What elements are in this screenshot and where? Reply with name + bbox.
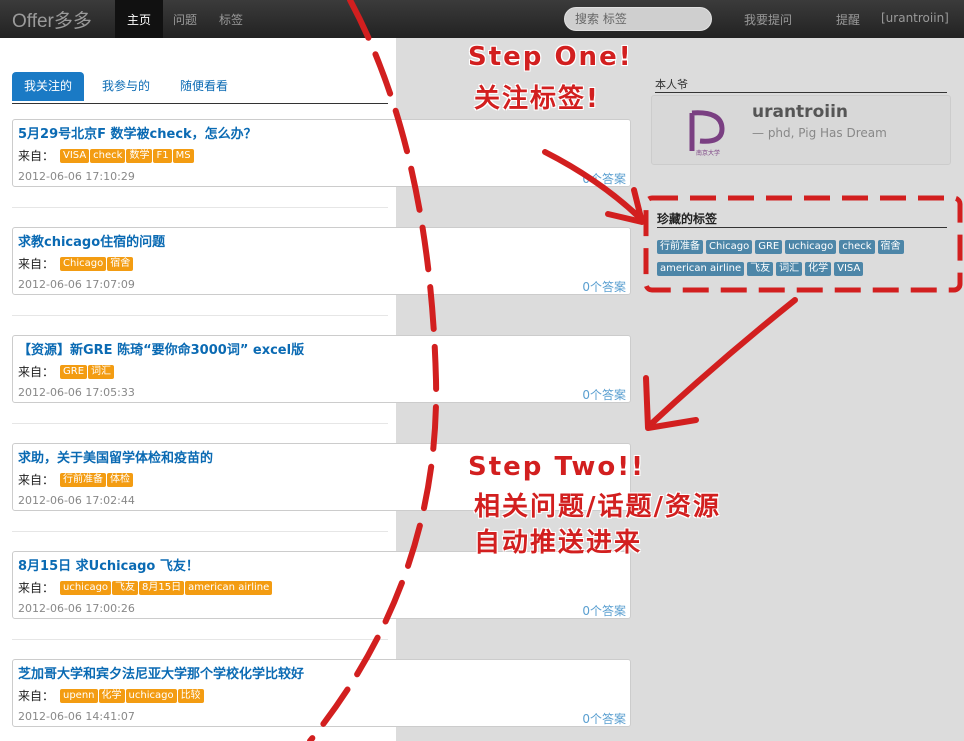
tab-participated[interactable]: 我参与的 [102,72,150,101]
favorite-tag-chip[interactable]: 宿舍 [877,240,904,254]
card-divider [12,207,388,208]
nav-questions[interactable]: 问题 [173,11,197,28]
question-tags: VISA check 数学 F1 MS [60,147,195,163]
top-nav-bar: Offer多多 主页 问题 标签 搜索 标签 我要提问 提醒 [urantroi… [0,0,964,38]
user-menu-link[interactable]: [urantroiin] [881,11,949,25]
favorite-tag-chip[interactable]: 词汇 [776,262,803,276]
from-label: 来自： [18,149,55,163]
question-title[interactable]: 芝加哥大学和宾夕法尼亚大学那个学校化学比较好 [18,663,304,682]
question-tags: upenn 化学 uchicago 比较 [60,687,205,703]
question-card[interactable]: 【资源】新GRE 陈琦“要你命3000词” excel版来自： GRE 词汇 2012… [12,335,631,403]
from-label: 来自： [18,257,55,271]
from-label: 来自： [18,473,55,487]
question-tags: GRE 词汇 [60,363,115,379]
answer-count-link[interactable]: 0个答案 [582,386,626,403]
annotation-step-two-line2: 自动推送进来 [474,528,643,558]
question-tags: 行前准备 体检 [60,471,134,487]
question-title[interactable]: 【资源】新GRE 陈琦“要你命3000词” excel版 [18,339,304,358]
tab-following[interactable]: 我关注的 [12,72,85,101]
search-input[interactable]: 搜索 标签 [564,7,712,31]
favorite-tag-chip[interactable]: VISA [834,262,864,276]
question-card[interactable]: 8月15日 求Uchicago 飞友！ 来自： uchicago 飞友 8月15日 ame… [12,551,631,619]
tag-chip[interactable]: 数学 [126,149,153,163]
logo-caption: 南京大学 [696,149,720,157]
question-timestamp: 2012-06-06 17:05:33 [18,386,135,399]
annotation-step-one-sub: 关注标签! [474,84,600,114]
annotation-step-one: Step One! [468,42,633,72]
ask-question-link[interactable]: 我要提问 [744,11,792,28]
card-divider [12,315,388,316]
favorite-tag-chip[interactable]: GRE [755,240,783,254]
favorite-tag-chip[interactable]: uchicago [785,240,837,254]
card-divider [12,639,388,640]
profile-username[interactable]: urantroiin [752,102,848,122]
favorite-tags-heading: 珍藏的标签 [657,210,947,228]
tag-chip[interactable]: Chicago [60,257,107,271]
question-title[interactable]: 求助，关于美国留学体检和疫苗的 [18,447,213,466]
annotation-step-two: Step Two!! [468,452,645,482]
tag-chip[interactable]: upenn [60,689,98,703]
profile-subtitle: — phd, Pig Has Dream [752,126,887,140]
favorite-tags-list: 行前准备 Chicago GRE uchicago check 宿舍 american ai… [657,238,952,282]
favorite-tag-chip[interactable]: 化学 [805,262,832,276]
nav-tags[interactable]: 标签 [219,11,243,28]
answer-count-link[interactable]: 0个答案 [582,278,626,295]
favorite-tag-chip[interactable]: 飞友 [747,262,774,276]
favorite-tag-chip[interactable]: Chicago [706,240,753,254]
reminder-link[interactable]: 提醒 [836,11,860,28]
tag-chip[interactable]: 体检 [107,473,133,487]
tag-chip[interactable]: 8月15日 [139,581,185,595]
tag-chip[interactable]: 词汇 [88,365,115,379]
from-label: 来自： [18,365,55,379]
nav-home-label: 主页 [127,13,152,27]
question-title[interactable]: 5月29号北京F 数学被check，怎么办？ [18,123,257,142]
question-timestamp: 2012-06-06 17:02:44 [18,494,135,507]
tag-chip[interactable]: 飞友 [112,581,139,595]
favorite-tag-chip[interactable]: check [839,240,875,254]
question-card[interactable]: 求教chicago住宿的问题来自： Chicago 宿舍 2012-06-06 17:… [12,227,631,295]
question-timestamp: 2012-06-06 14:41:07 [18,710,135,723]
from-label: 来自： [18,581,55,595]
university-logo: 南京大学 [682,107,734,159]
tag-chip[interactable]: VISA [60,149,90,163]
brand-logo[interactable]: Offer多多 [12,6,92,33]
question-timestamp: 2012-06-06 17:07:09 [18,278,135,291]
answer-count-link[interactable]: 0个答案 [582,170,626,187]
tag-chip[interactable]: 比较 [177,689,204,703]
tag-chip[interactable]: check [90,149,126,163]
feed-tabs: 我关注的 我参与的 随便看看 [12,72,388,104]
question-card[interactable]: 芝加哥大学和宾夕法尼亚大学那个学校化学比较好来自： upenn 化学 uchicago… [12,659,631,727]
annotation-step-two-line1: 相关问题/话题/资源 [474,492,721,522]
annotation-arrow-two [647,297,798,428]
nav-home[interactable]: 主页 [115,0,163,38]
question-card[interactable]: 5月29号北京F 数学被check，怎么办？ 来自： VISA check 数学 F1 MS… [12,119,631,187]
question-title[interactable]: 求教chicago住宿的问题 [18,231,165,250]
tag-chip[interactable]: MS [172,149,194,163]
question-tags: uchicago 飞友 8月15日 american airline [60,579,273,595]
tag-chip[interactable]: 行前准备 [60,473,106,487]
favorite-tag-chip[interactable]: 行前准备 [657,240,703,254]
question-timestamp: 2012-06-06 17:10:29 [18,170,135,183]
tag-chip[interactable]: 宿舍 [107,257,134,271]
question-title[interactable]: 8月15日 求Uchicago 飞友！ [18,555,199,574]
answer-count-link[interactable]: 0个答案 [582,602,626,619]
tag-chip[interactable]: american airline [185,581,273,595]
answer-count-link[interactable]: 0个答案 [582,710,626,727]
tag-chip[interactable]: 化学 [98,689,125,703]
card-divider [12,423,388,424]
tag-chip[interactable]: F1 [153,149,172,163]
tag-chip[interactable]: uchicago [125,689,177,703]
tag-chip[interactable]: GRE [60,365,88,379]
favorite-tag-chip[interactable]: american airline [657,262,745,276]
card-divider [12,531,388,532]
profile-heading: 本人爷 [655,76,947,93]
question-timestamp: 2012-06-06 17:00:26 [18,602,135,615]
from-label: 来自： [18,689,55,703]
question-tags: Chicago 宿舍 [60,255,134,271]
tab-browse[interactable]: 随便看看 [180,72,228,101]
tag-chip[interactable]: uchicago [60,581,112,595]
